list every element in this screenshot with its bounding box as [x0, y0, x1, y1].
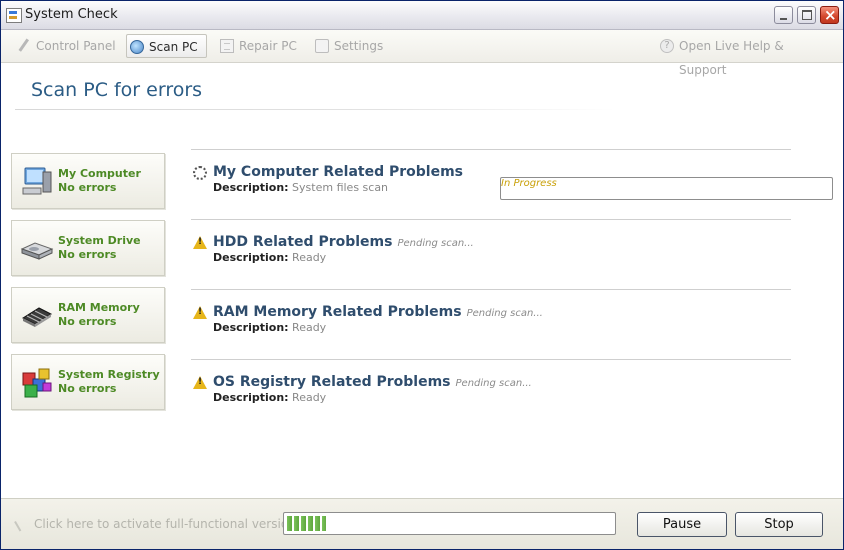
problem-row-my-computer: My Computer Related Problems In Progress …	[191, 161, 833, 201]
row-divider	[191, 289, 791, 290]
tab-scan-pc[interactable]: Scan PC	[126, 34, 207, 58]
description-label: Description:	[213, 181, 289, 194]
row-divider	[191, 149, 791, 150]
description-value: Ready	[292, 251, 327, 264]
problem-status: Pending scan...	[397, 238, 474, 249]
tab-settings[interactable]: Settings	[312, 34, 386, 58]
category-status: No errors	[58, 181, 117, 194]
description-label: Description:	[213, 251, 289, 264]
live-help-link[interactable]: ? Open Live Help & Support	[657, 34, 833, 77]
activate-link[interactable]: Click here to activate full-functional v…	[14, 515, 296, 532]
problem-row-ram: RAM Memory Related Problems Pending scan.…	[191, 301, 791, 341]
category-ram-memory[interactable]: RAM Memory No errors	[11, 287, 165, 343]
settings-icon	[315, 39, 329, 53]
row-divider	[191, 219, 791, 220]
progress-fill	[287, 516, 326, 531]
title-bar[interactable]: System Check ×	[1, 1, 843, 30]
page-title: Scan PC for errors	[31, 79, 203, 101]
tab-control-panel[interactable]: Control Panel	[14, 34, 120, 58]
scan-progress-bar	[283, 512, 616, 535]
tab-scan-pc-label: Scan PC	[149, 40, 198, 54]
row-divider	[191, 359, 791, 360]
description-label: Description:	[213, 321, 289, 334]
description-value: System files scan	[292, 181, 389, 194]
pause-button[interactable]: Pause	[637, 512, 727, 537]
maximize-button[interactable]	[797, 6, 816, 24]
minimize-button[interactable]	[774, 6, 793, 24]
category-name: System Registry	[58, 368, 160, 381]
description-value: Ready	[292, 321, 327, 334]
problem-title: My Computer Related Problems	[213, 164, 463, 180]
category-my-computer[interactable]: My Computer No errors	[11, 153, 165, 209]
tab-repair-pc[interactable]: Repair PC	[217, 34, 301, 58]
warning-icon	[193, 236, 207, 249]
heading-divider	[15, 109, 615, 110]
live-help-label: Open Live Help & Support	[679, 39, 784, 77]
problem-title: RAM Memory Related Problems	[213, 304, 462, 320]
description-value: Ready	[292, 391, 327, 404]
registry-icon	[22, 368, 52, 398]
close-button[interactable]: ×	[820, 6, 839, 24]
app-icon	[6, 8, 22, 23]
tab-repair-pc-label: Repair PC	[239, 39, 297, 53]
problem-title: HDD Related Problems	[213, 234, 393, 250]
close-icon: ×	[824, 6, 837, 24]
category-status: No errors	[58, 248, 117, 261]
warning-icon	[193, 306, 207, 319]
category-system-drive[interactable]: System Drive No errors	[11, 220, 165, 276]
tab-control-panel-label: Control Panel	[36, 39, 116, 53]
window-title: System Check	[25, 7, 118, 22]
ram-chip-icon	[21, 307, 53, 327]
wrench-icon	[18, 38, 32, 54]
problem-status: Pending scan...	[466, 308, 543, 319]
repair-icon	[220, 39, 234, 53]
category-status: No errors	[58, 315, 117, 328]
category-status: No errors	[58, 382, 117, 395]
problem-status: In Progress	[500, 177, 833, 200]
footer-bar: Click here to activate full-functional v…	[1, 498, 843, 549]
stop-button[interactable]: Stop	[735, 512, 823, 537]
problem-row-registry: OS Registry Related Problems Pending scan…	[191, 371, 791, 411]
tab-settings-label: Settings	[334, 39, 384, 53]
computer-icon	[22, 167, 52, 195]
description-label: Description:	[213, 391, 289, 404]
scan-icon	[130, 40, 144, 54]
activate-label: Click here to activate full-functional v…	[34, 517, 296, 531]
category-name: RAM Memory	[58, 301, 140, 314]
category-name: System Drive	[58, 234, 141, 247]
category-name: My Computer	[58, 167, 141, 180]
toolbar: Control Panel Scan PC Repair PC Settings…	[1, 30, 843, 77]
warning-icon	[193, 376, 207, 389]
spinner-icon	[193, 166, 207, 180]
hard-drive-icon	[20, 242, 54, 260]
help-icon: ?	[660, 39, 674, 53]
problem-row-hdd: HDD Related Problems Pending scan... Desc…	[191, 231, 791, 271]
problem-status: Pending scan...	[455, 378, 532, 389]
key-icon	[14, 515, 31, 532]
system-check-window: System Check × Control Panel Scan PC Rep…	[0, 0, 844, 550]
problem-title: OS Registry Related Problems	[213, 374, 451, 390]
category-system-registry[interactable]: System Registry No errors	[11, 354, 165, 410]
